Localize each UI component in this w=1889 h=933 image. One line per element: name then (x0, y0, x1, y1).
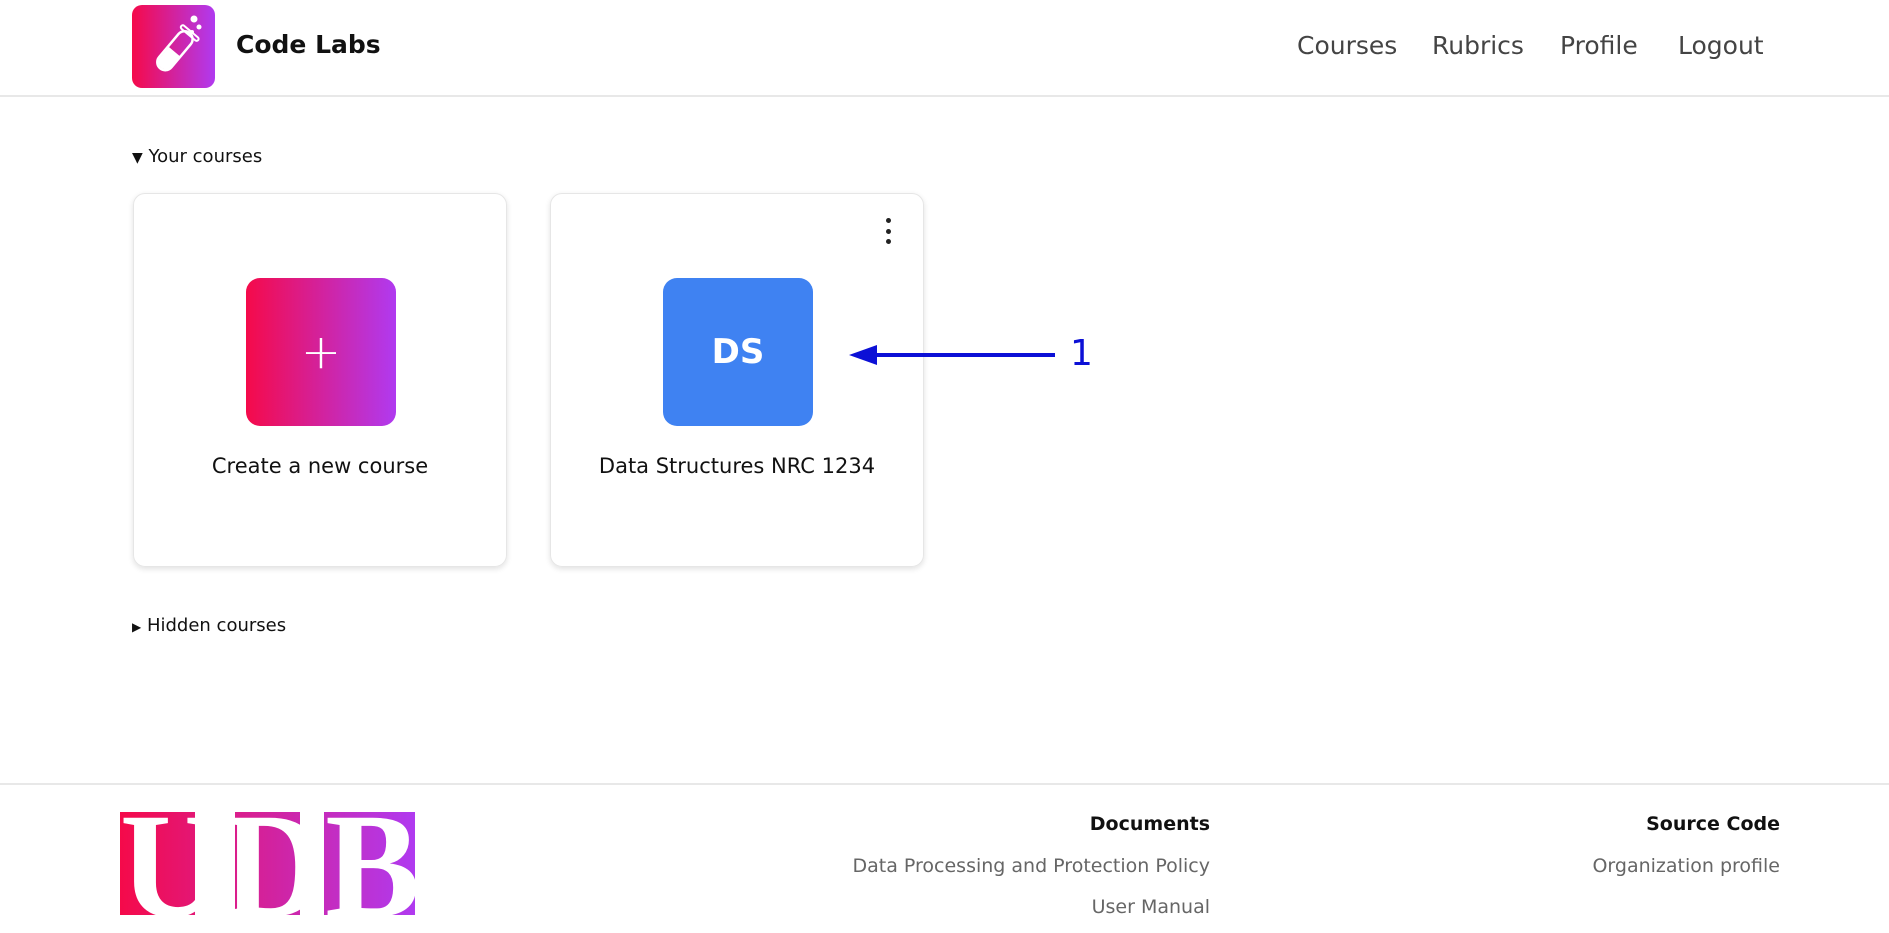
source-code-heading: Source Code (1646, 813, 1780, 835)
test-tube-icon (156, 15, 202, 72)
caret-right-icon: ▶ (132, 620, 142, 634)
hidden-courses-toggle[interactable]: ▶ Hidden courses (132, 615, 286, 636)
caret-down-icon: ▼ (132, 150, 143, 166)
plus-icon: + (246, 278, 396, 426)
app-title[interactable]: Code Labs (236, 30, 381, 59)
create-course-card[interactable]: + Create a new course (133, 193, 507, 567)
nav-profile[interactable]: Profile (1560, 31, 1638, 60)
more-options-icon[interactable] (883, 218, 893, 244)
nav-courses[interactable]: Courses (1297, 31, 1397, 60)
card-label: Create a new course (211, 454, 429, 478)
course-card-data-structures[interactable]: DS Data Structures NRC 1234 (550, 193, 924, 567)
card-label: Data Structures NRC 1234 (598, 454, 876, 478)
header: Code Labs Courses Rubrics Profile Logout (0, 0, 1889, 97)
udb-logo: UDB (120, 808, 420, 918)
nav-logout[interactable]: Logout (1678, 31, 1764, 60)
your-courses-toggle[interactable]: ▼ Your courses (132, 146, 262, 167)
footer: UDB Documents Data Processing and Protec… (0, 783, 1889, 933)
privacy-policy-link[interactable]: Data Processing and Protection Policy (852, 855, 1210, 877)
organization-profile-link[interactable]: Organization profile (1592, 855, 1780, 877)
documents-heading: Documents (1089, 813, 1210, 835)
app-logo[interactable] (132, 5, 215, 88)
annotation-arrow (849, 345, 1055, 365)
course-avatar: DS (663, 278, 813, 426)
annotation-label: 1 (1070, 333, 1093, 374)
user-manual-link[interactable]: User Manual (1092, 896, 1210, 918)
nav-rubrics[interactable]: Rubrics (1432, 31, 1524, 60)
svg-text:UDB: UDB (120, 808, 420, 918)
